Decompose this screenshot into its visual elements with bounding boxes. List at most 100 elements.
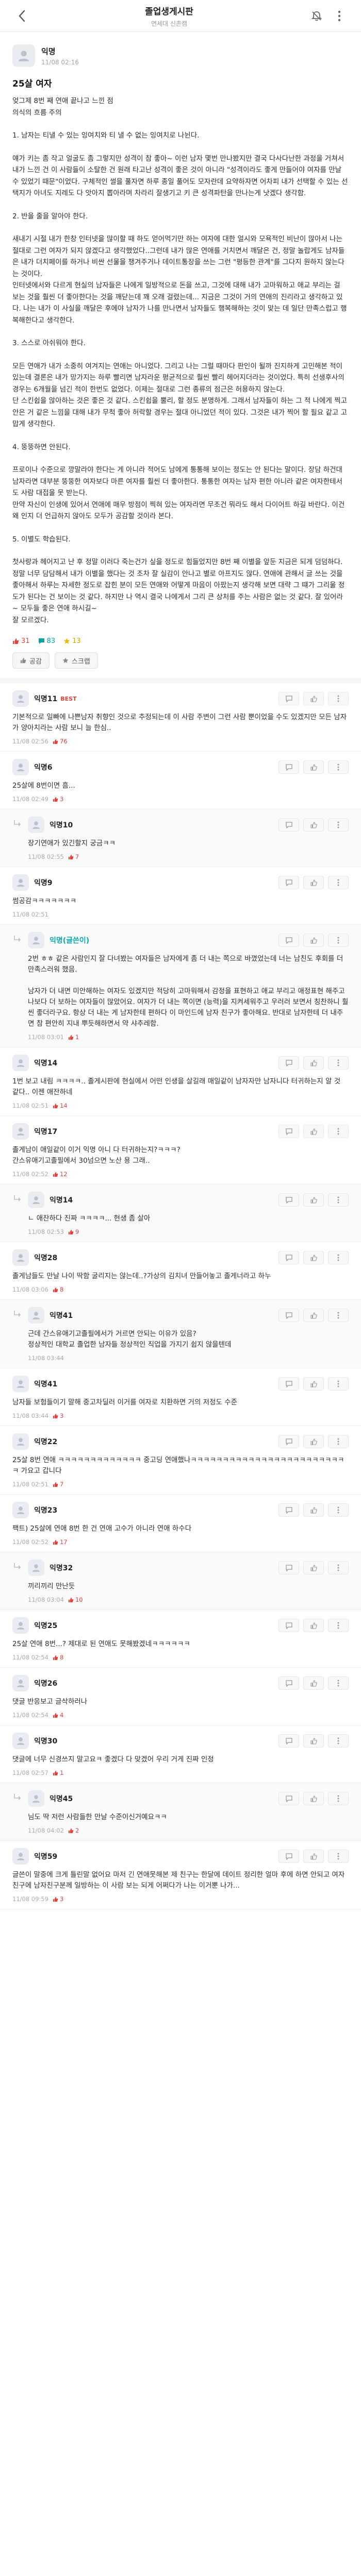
reply-button[interactable] xyxy=(278,1676,299,1690)
comment-more-button[interactable] xyxy=(328,1676,349,1690)
comment-text: 님도 딱 저런 사람들한 만날 수준이신거예요ㅋㅋ xyxy=(28,1813,167,1821)
comment-time: 11/08 03:44 xyxy=(12,1412,48,1419)
reply-button[interactable] xyxy=(278,1503,299,1517)
scrap-count-value: 13 xyxy=(72,637,81,645)
scrap-button[interactable]: 스크랩 xyxy=(54,652,98,669)
reply-button[interactable] xyxy=(278,692,299,705)
comment-like-button[interactable] xyxy=(303,1125,324,1138)
reply-button[interactable] xyxy=(278,760,299,774)
comment-more-button[interactable] xyxy=(328,1125,349,1138)
more-vertical-icon xyxy=(337,1564,339,1571)
comment-like-button[interactable] xyxy=(303,934,324,947)
comment-like-button[interactable] xyxy=(303,760,324,774)
comment-more-button[interactable] xyxy=(328,876,349,889)
comment-author-name: 익명17 xyxy=(34,1128,58,1136)
comment-like-button[interactable] xyxy=(303,1251,324,1264)
reply-button[interactable] xyxy=(278,1734,299,1748)
thumbs-up-icon xyxy=(310,1438,317,1445)
comment-more-button[interactable] xyxy=(328,1251,349,1264)
comment-more-button[interactable] xyxy=(328,1561,349,1574)
like-button[interactable]: 공감 xyxy=(12,652,50,669)
comment-header: 익명41 xyxy=(12,1376,349,1392)
reply-button[interactable] xyxy=(278,1561,299,1574)
reply-button[interactable] xyxy=(278,1850,299,1863)
reply-button[interactable] xyxy=(278,934,299,947)
comment-meta: 11/08 03:06 8 xyxy=(12,1286,349,1293)
thumbs-up-icon xyxy=(310,1254,317,1261)
reply-button[interactable] xyxy=(278,876,299,889)
thumbs-up-icon xyxy=(68,1035,74,1040)
comment-more-button[interactable] xyxy=(328,1619,349,1632)
reply-button[interactable] xyxy=(278,1377,299,1391)
comment-like-button[interactable] xyxy=(303,1792,324,1805)
reply-button[interactable] xyxy=(278,1251,299,1264)
comment-like-button[interactable] xyxy=(303,692,324,705)
reply-button[interactable] xyxy=(278,1056,299,1070)
comment-header: 익명30 xyxy=(12,1733,349,1749)
comment-more-button[interactable] xyxy=(328,1435,349,1448)
comment-more-button[interactable] xyxy=(328,692,349,705)
avatar xyxy=(28,932,44,948)
comment-more-button[interactable] xyxy=(328,1377,349,1391)
avatar xyxy=(12,1502,29,1518)
comment-like-value: 10 xyxy=(75,1596,83,1603)
comment-like-button[interactable] xyxy=(303,1619,324,1632)
comment-more-button[interactable] xyxy=(328,1503,349,1517)
comment-like-button[interactable] xyxy=(303,1309,324,1322)
comment-list: 익명11 BEST 기본적으로 일빠에 나쁜남자 취향인 것으로 추정되는데 이… xyxy=(0,683,361,1909)
comment-like-button[interactable] xyxy=(303,1503,324,1517)
comment-more-button[interactable] xyxy=(328,1056,349,1070)
comment-more-button[interactable] xyxy=(328,1734,349,1748)
comment-header: 익명45 xyxy=(28,1790,349,1807)
comment-like-button[interactable] xyxy=(303,1561,324,1574)
comment-like-button[interactable] xyxy=(303,1193,324,1207)
reply-button[interactable] xyxy=(278,818,299,832)
avatar xyxy=(12,690,29,707)
comment-more-button[interactable] xyxy=(328,1309,349,1322)
avatar xyxy=(28,817,44,833)
comment-like-button[interactable] xyxy=(303,1377,324,1391)
comment-like-count: 7 xyxy=(68,853,79,860)
reply-button[interactable] xyxy=(278,1125,299,1138)
comment-like-count: 10 xyxy=(68,1596,83,1603)
comment-more-button[interactable] xyxy=(328,1850,349,1863)
like-count-value: 31 xyxy=(21,637,30,645)
comment-author-name: 익명41 xyxy=(50,1312,73,1320)
comment-more-button[interactable] xyxy=(328,1193,349,1207)
thumbs-up-icon xyxy=(310,1506,317,1514)
post-paragraph: 5. 이별도 학습된다. xyxy=(12,535,71,544)
comment-like-button[interactable] xyxy=(303,876,324,889)
comment-tools xyxy=(278,1377,349,1391)
bell-off-icon xyxy=(311,11,322,21)
comment-more-button[interactable] xyxy=(328,934,349,947)
reply-button[interactable] xyxy=(278,1619,299,1632)
comment-like-button[interactable] xyxy=(303,1850,324,1863)
comment-meta: 11/08 02:57 1 xyxy=(12,1769,349,1776)
comment-header: 익명11 BEST xyxy=(12,690,349,707)
comment: 익명59 글쓴이 말중에 크게 틀린말 없어요 마저 긴 연애못해본 제 친구는… xyxy=(0,1841,361,1909)
comment-icon xyxy=(285,1795,292,1802)
comment-tools xyxy=(278,1676,349,1690)
comment-time: 11/08 04:02 xyxy=(28,1827,64,1834)
more-button[interactable] xyxy=(329,6,350,26)
comment-like-button[interactable] xyxy=(303,1435,324,1448)
comment-text: 졸게남이 애일같이 이거 익명 아니 다 터귀하는지?ㅋㅋㅋ? 간스유애기고졸필… xyxy=(12,1146,180,1165)
comment-like-button[interactable] xyxy=(303,818,324,832)
thumbs-up-icon xyxy=(310,1380,317,1387)
comment-text: 썸공감ㅋㅋㅋㅋㅋㅋㅋ xyxy=(12,897,77,905)
notification-button[interactable] xyxy=(306,6,327,26)
reply-button[interactable] xyxy=(278,1309,299,1322)
back-button[interactable] xyxy=(11,6,32,26)
reply-button[interactable] xyxy=(278,1792,299,1805)
comment-more-button[interactable] xyxy=(328,1792,349,1805)
comment-author-name: 익명45 xyxy=(50,1795,73,1803)
comment-more-button[interactable] xyxy=(328,760,349,774)
reply-button[interactable] xyxy=(278,1435,299,1448)
reply-button[interactable] xyxy=(278,1193,299,1207)
comment-text: 글쓴이 말중에 크게 틀린말 없어요 마저 긴 연애못해본 제 친구는 한달에 … xyxy=(12,1871,345,1890)
comment-more-button[interactable] xyxy=(328,818,349,832)
comment-like-button[interactable] xyxy=(303,1056,324,1070)
comment-like-button[interactable] xyxy=(303,1734,324,1748)
comment-like-button[interactable] xyxy=(303,1676,324,1690)
comment-icon xyxy=(285,1853,292,1860)
